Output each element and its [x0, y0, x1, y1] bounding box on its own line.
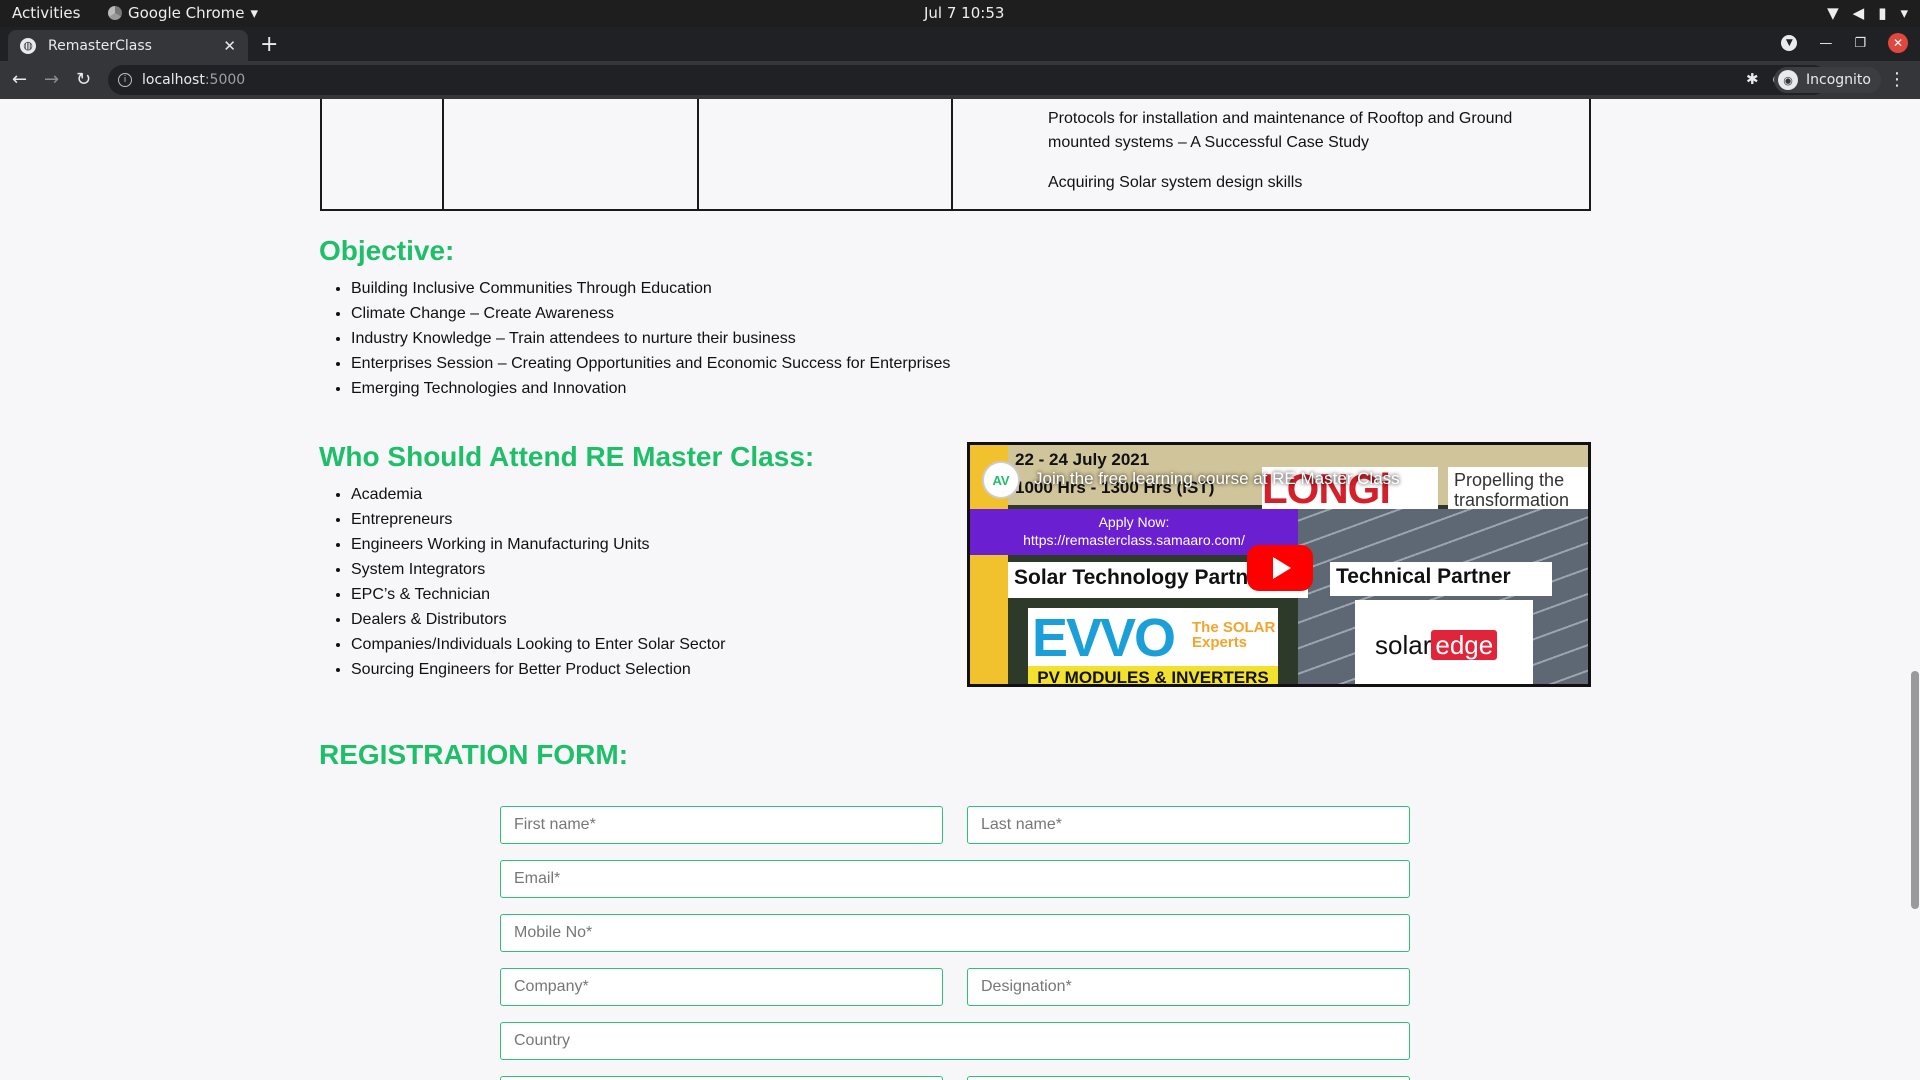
form-field-partial[interactable]: [967, 1076, 1410, 1080]
globe-icon: ◍: [20, 37, 36, 54]
company-input[interactable]: [500, 968, 943, 1006]
topic-text: Protocols for installation and maintenan…: [1048, 110, 1513, 151]
scrollbar-thumb[interactable]: [1911, 671, 1919, 909]
activities-button[interactable]: Activities: [12, 4, 80, 22]
list-item: System Integrators: [351, 557, 725, 582]
apply-now-label: Apply Now:: [1098, 514, 1170, 530]
wifi-icon: ▼: [1827, 4, 1839, 22]
registration-heading: REGISTRATION FORM:: [319, 739, 629, 770]
play-button[interactable]: [1247, 545, 1313, 591]
technical-partner-label: Technical Partner: [1330, 562, 1552, 596]
more-options-icon[interactable]: ⋮: [1556, 469, 1574, 490]
designation-input[interactable]: [967, 968, 1410, 1006]
caret-down-icon: ▾: [250, 4, 259, 22]
incognito-profile[interactable]: ◉ Incognito: [1774, 67, 1881, 93]
site-info-icon[interactable]: i: [118, 73, 132, 87]
evvo-tagline: The SOLAR Experts: [1192, 619, 1276, 651]
address-bar[interactable]: i localhost:5000 ⊘ ☆: [108, 65, 1828, 95]
first-name-input[interactable]: [500, 806, 943, 844]
evvo-logo: EVVO The SOLAR Experts PV MODULES & INVE…: [1028, 608, 1278, 684]
list-item: Companies/Individuals Looking to Enter S…: [351, 632, 725, 657]
system-top-bar: Activities Google Chrome ▾ Jul 7 10:53 ▼…: [0, 0, 1920, 27]
apply-now-banner: Apply Now: https://remasterclass.samaaro…: [970, 509, 1298, 555]
table-topics-cell: Protocols for installation and maintenan…: [1048, 107, 1568, 211]
page-viewport: Protocols for installation and maintenan…: [0, 99, 1920, 1080]
mobile-input[interactable]: [500, 914, 1410, 952]
window-controls: ▼ — ❐ ✕: [1781, 33, 1908, 53]
page-scrollbar[interactable]: [1910, 99, 1920, 1080]
solaredge-suffix: edge: [1431, 630, 1498, 660]
incognito-icon: ◉: [1778, 70, 1798, 90]
volume-icon: ◀: [1852, 4, 1865, 22]
apply-now-url: https://remasterclass.samaaro.com/: [1023, 532, 1245, 548]
app-menu-label: Google Chrome: [128, 4, 245, 22]
minimize-button[interactable]: —: [1819, 36, 1832, 51]
new-tab-button[interactable]: +: [260, 32, 278, 57]
video-title[interactable]: Join the free learning course at RE Mast…: [1034, 469, 1400, 489]
solaredge-prefix: solar: [1375, 630, 1432, 660]
url-port: :5000: [204, 72, 246, 88]
evvo-wordmark: EVVO: [1032, 608, 1176, 668]
battery-icon: ▮: [1878, 4, 1887, 22]
chevron-down-icon: ▾: [1900, 4, 1908, 22]
reload-button[interactable]: ↻: [76, 69, 91, 90]
schedule-table: Protocols for installation and maintenan…: [320, 99, 1591, 211]
topic-text: Acquiring Solar system design skills: [1048, 174, 1303, 191]
url-host: localhost: [142, 72, 205, 88]
tab-search-icon[interactable]: ▼: [1781, 35, 1798, 51]
restore-button[interactable]: ❐: [1854, 36, 1866, 51]
back-button[interactable]: ←: [12, 69, 27, 90]
list-item: Entrepreneurs: [351, 507, 725, 532]
browser-tab[interactable]: ◍ RemasterClass ✕: [8, 30, 248, 61]
email-input[interactable]: [500, 860, 1410, 898]
table-column-divider: [442, 99, 444, 209]
solaredge-logo: solar edge: [1355, 600, 1533, 684]
tab-title: RemasterClass: [48, 37, 152, 54]
browser-toolbar: ← → ↻ i localhost:5000 ⊘ ☆ ✱ ◉ Incognito…: [0, 61, 1920, 99]
chrome-icon: [108, 6, 122, 20]
attend-list: Academia Entrepreneurs Engineers Working…: [350, 482, 725, 682]
list-item: Engineers Working in Manufacturing Units: [351, 532, 725, 557]
attend-heading: Who Should Attend RE Master Class:: [319, 441, 815, 472]
event-date: 22 - 24 July 2021: [1015, 450, 1150, 469]
objective-list: Building Inclusive Communities Through E…: [350, 276, 950, 401]
form-field-partial[interactable]: [500, 1076, 943, 1080]
forward-button[interactable]: →: [44, 69, 59, 90]
list-item: Enterprises Session – Creating Opportuni…: [351, 351, 950, 376]
tab-strip: ◍ RemasterClass ✕ + ▼ — ❐ ✕: [0, 27, 1920, 61]
incognito-label: Incognito: [1806, 72, 1871, 88]
country-input[interactable]: [500, 1022, 1410, 1060]
list-item: Emerging Technologies and Innovation: [351, 376, 950, 401]
channel-avatar[interactable]: AV: [982, 461, 1020, 499]
system-tray[interactable]: ▼ ◀ ▮ ▾: [1827, 4, 1908, 22]
close-window-button[interactable]: ✕: [1888, 33, 1908, 53]
list-item: Dealers & Distributors: [351, 607, 725, 632]
browser-menu-icon[interactable]: ⋮: [1888, 69, 1906, 90]
list-item: Industry Knowledge – Train attendees to …: [351, 326, 950, 351]
close-tab-icon[interactable]: ✕: [223, 37, 236, 55]
objective-heading: Objective:: [319, 235, 455, 266]
last-name-input[interactable]: [967, 806, 1410, 844]
list-item: Academia: [351, 482, 725, 507]
list-item: Climate Change – Create Awareness: [351, 301, 950, 326]
table-column-divider: [951, 99, 953, 209]
list-item: Building Inclusive Communities Through E…: [351, 276, 950, 301]
list-item: Sourcing Engineers for Better Product Se…: [351, 657, 725, 682]
evvo-banner: PV MODULES & INVERTERS: [1028, 666, 1278, 684]
table-column-divider: [697, 99, 699, 209]
extensions-icon[interactable]: ✱: [1746, 70, 1759, 88]
youtube-video-embed[interactable]: 22 - 24 July 2021 1000 Hrs - 1300 Hrs (I…: [967, 442, 1591, 687]
list-item: EPC’s & Technician: [351, 582, 725, 607]
clock[interactable]: Jul 7 10:53: [924, 4, 1004, 22]
app-menu[interactable]: Google Chrome ▾: [108, 4, 258, 22]
